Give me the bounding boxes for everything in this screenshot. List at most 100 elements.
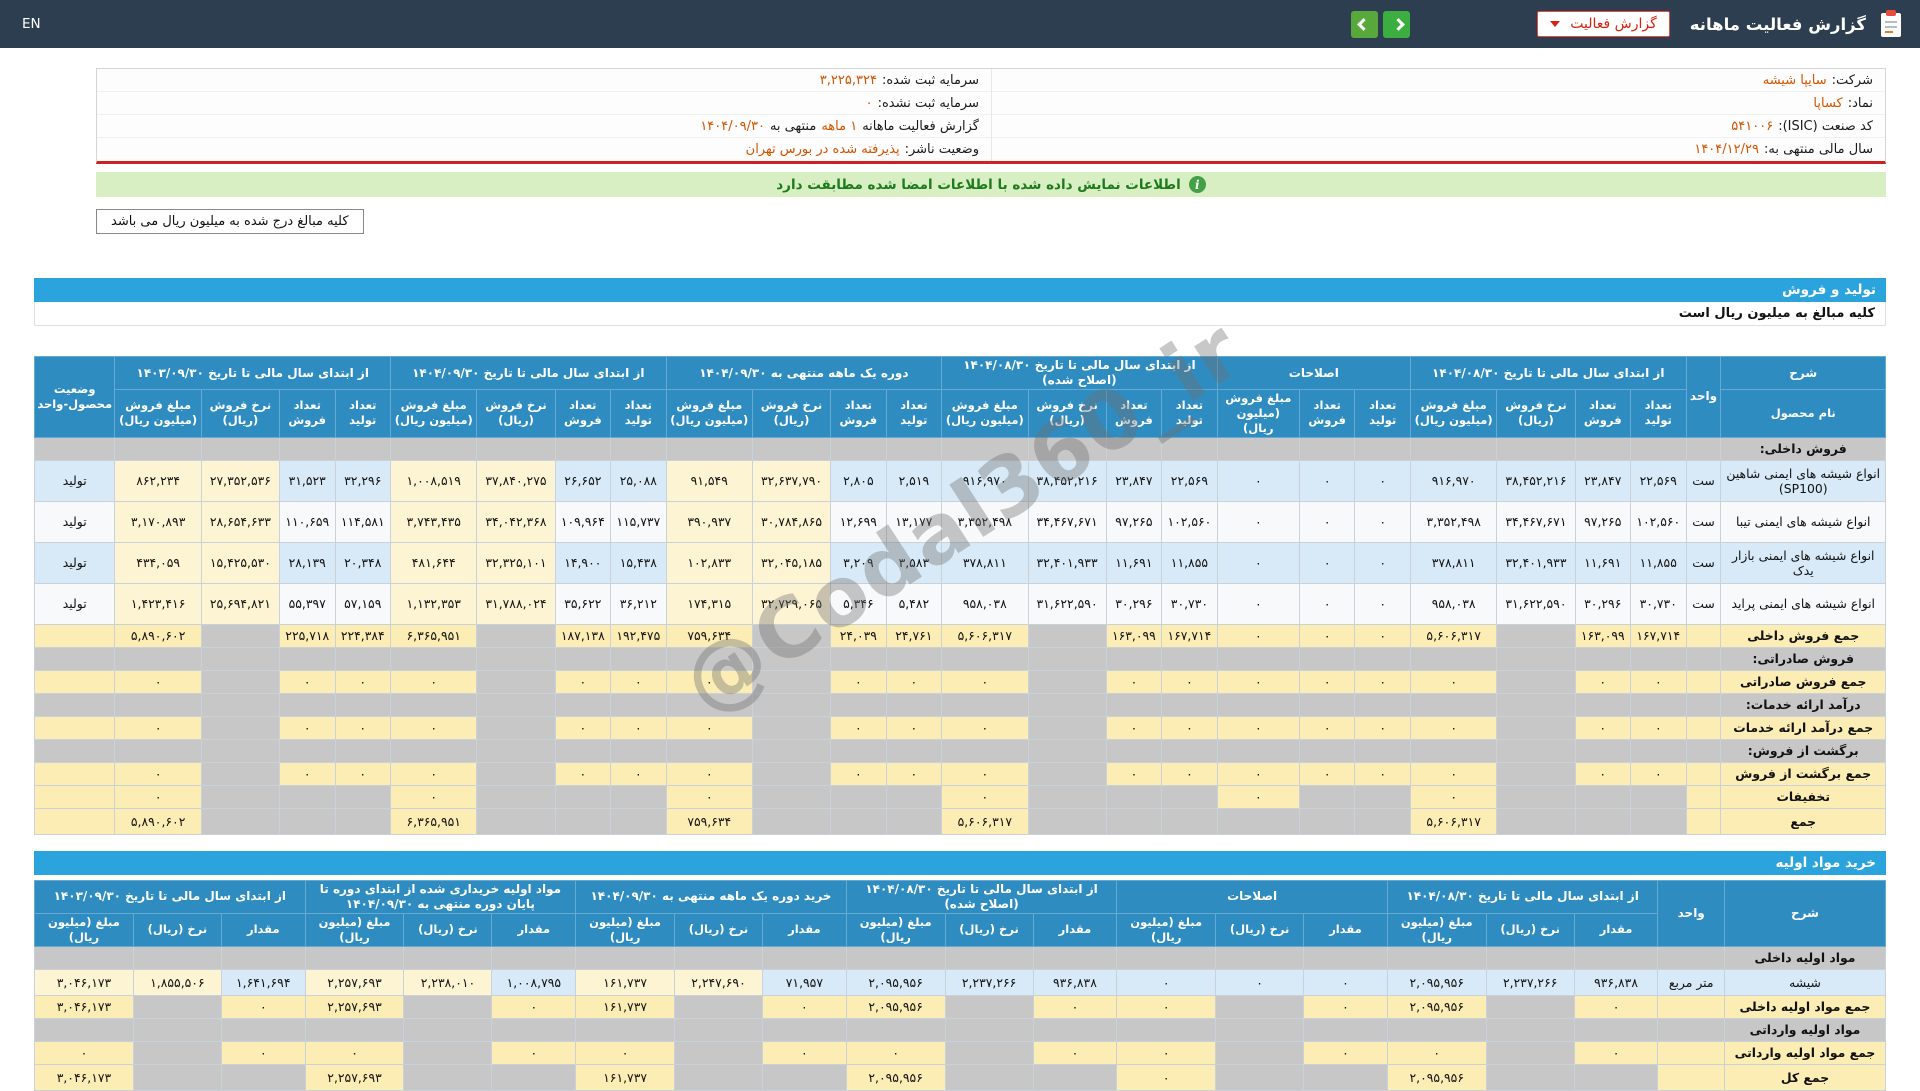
cell: [1574, 436, 1632, 461]
value-cell: [476, 623, 556, 648]
table-row: جمع مواد اولیه وارداتی ۰ ۰ ۰ ۰ ۰ ۰ ۰ ۰ ۰ ۰ ۰ ۰: [34, 1040, 1887, 1065]
group-header: از ابتدای سال مالی تا تاریخ ۱۴۰۴/۰۹/۳۰: [390, 356, 667, 390]
column-header: مقدار: [1303, 912, 1388, 947]
language-toggle[interactable]: EN: [16, 12, 47, 36]
value-cell: ۳۲,۶۳۷,۷۹۰: [751, 459, 832, 502]
cell: [762, 1017, 847, 1042]
value-cell: ۷۵۹,۶۳۴: [665, 623, 753, 648]
value-cell: ۳,۰۴۶,۱۷۳: [34, 994, 134, 1019]
value-cell: ۹۳۶,۸۳۸: [1573, 968, 1659, 996]
column-header: نرخ فروش (ریال): [751, 389, 832, 438]
value-cell: ۳۹۰,۹۳۷: [665, 500, 753, 543]
cell: [34, 1017, 134, 1042]
cell: [830, 436, 887, 461]
cell: [114, 692, 202, 717]
cell: [1496, 436, 1576, 461]
value-cell: ۱۵,۴۲۵,۵۳۰: [200, 541, 280, 584]
value-cell: [1496, 807, 1576, 835]
value-cell: ۰: [390, 784, 478, 809]
value-cell: [1574, 807, 1632, 835]
value-cell: ۰: [1354, 582, 1411, 625]
cell: [554, 738, 612, 763]
column-header: نرخ فروش (ریال): [476, 389, 556, 438]
value-cell: [1027, 669, 1107, 694]
table-row: مواد اولیه وارداتی: [34, 1017, 1887, 1042]
value-cell: ۲,۲۵۷,۶۹۳: [304, 968, 405, 996]
value-cell: ۵,۶۰۶,۳۱۷: [1409, 623, 1498, 648]
cell: [1298, 738, 1356, 763]
total-label: جمع: [1720, 807, 1886, 835]
company-value: سایپا شیشه: [1762, 72, 1827, 88]
value-cell: ۲۸,۶۵۴,۶۳۳: [200, 500, 280, 543]
value-cell: [944, 994, 1034, 1019]
value-cell: ۰: [1216, 761, 1300, 786]
total-label: جمع فروش داخلی: [1720, 623, 1886, 648]
column-header: مبلغ فروش (میلیون ریال): [1409, 389, 1498, 438]
column-header: تعداد تولید: [610, 389, 667, 438]
value-cell: ۱۶۷,۷۱۴: [1161, 623, 1218, 648]
symbol-value: کساپا: [1813, 95, 1843, 111]
column-header: تعداد فروش: [554, 389, 612, 438]
value-cell: ۱۶۳,۰۹۹: [1105, 623, 1163, 648]
value-cell: ۳,۰۴۶,۱۷۳: [34, 1063, 134, 1091]
value-cell: ۰: [278, 761, 336, 786]
value-cell: ۰: [941, 761, 1029, 786]
value-cell: ۱۱,۸۵۵: [1630, 541, 1687, 584]
section-label: فروش داخلی:: [1720, 436, 1886, 461]
cell: [1216, 692, 1300, 717]
value-cell: ۳۲,۴۰۱,۹۳۳: [1027, 541, 1107, 584]
value-cell: ۰: [304, 1040, 405, 1065]
value-cell: [610, 807, 667, 835]
isic-value: ۵۴۱۰۰۶: [1731, 118, 1774, 134]
cell: [132, 945, 222, 970]
cell: [278, 738, 336, 763]
value-cell: ۵۷,۱۵۹: [334, 582, 392, 625]
value-cell: ۰: [1105, 669, 1163, 694]
cell: [1685, 669, 1722, 694]
report-type-dropdown[interactable]: گزارش فعالیت: [1537, 11, 1670, 37]
value-cell: [885, 784, 943, 809]
group-header: از ابتدای سال مالی تا تاریخ ۱۴۰۴/۰۸/۳۰: [1386, 879, 1659, 914]
cell: [845, 1017, 946, 1042]
column-header: مبلغ فروش (میلیون ریال): [390, 389, 478, 438]
value-cell: [1496, 669, 1576, 694]
value-cell: ۱۶۱,۷۳۷: [575, 994, 675, 1019]
column-header: مبلغ (میلیون ریال): [845, 912, 946, 947]
value-cell: ۵,۸۹۰,۶۰۲: [114, 623, 202, 648]
cell: [1685, 738, 1722, 763]
table-row: انواع شیشه های ایمنی شاهین (SP100) ست ۲۲,۵…: [33, 459, 1886, 502]
value-cell: ۱,۴۲۳,۴۱۶: [114, 582, 202, 625]
value-cell: ۵,۴۸۲: [885, 582, 943, 625]
value-cell: ۰: [830, 669, 887, 694]
value-cell: ۰: [1354, 761, 1411, 786]
value-cell: ۰: [390, 715, 478, 740]
value-cell: ۳۰,۷۳۰: [1161, 582, 1218, 625]
cell: [830, 738, 887, 763]
value-cell: ۲۲,۵۶۹: [1161, 459, 1218, 502]
value-cell: ۰: [1298, 541, 1356, 584]
value-cell: ۰: [278, 715, 336, 740]
cell: [1354, 692, 1411, 717]
value-cell: ۰: [1354, 500, 1411, 543]
prev-report-button[interactable]: [1351, 10, 1379, 38]
value-cell: ۱۰۹,۹۶۴: [554, 500, 612, 543]
value-cell: ۳۴,۴۶۷,۶۷۱: [1027, 500, 1107, 543]
signed-info-text: اطلاعات نمایش داده شده با اطلاعات امضا ش…: [776, 176, 1181, 193]
cell: [1657, 1017, 1725, 1042]
cell: [1685, 623, 1722, 648]
value-cell: ۲,۲۴۷,۶۹۰: [673, 968, 764, 996]
value-cell: ۰: [1105, 761, 1163, 786]
value-cell: ۲۴,۰۳۹: [830, 623, 887, 648]
cell: [1161, 738, 1218, 763]
cell: [334, 436, 392, 461]
cell: [1685, 807, 1722, 835]
group-header: از ابتدای سال مالی تا تاریخ ۱۴۰۴/۰۸/۳۰ (…: [845, 879, 1118, 914]
value-cell: [1105, 784, 1163, 809]
cell: [941, 692, 1029, 717]
value-cell: ۰: [1303, 994, 1388, 1019]
value-cell: ۹۳۶,۸۳۸: [1032, 968, 1118, 996]
next-report-button[interactable]: [1383, 10, 1411, 38]
value-cell: [554, 784, 612, 809]
cell: [278, 692, 336, 717]
cell: [1685, 784, 1722, 809]
